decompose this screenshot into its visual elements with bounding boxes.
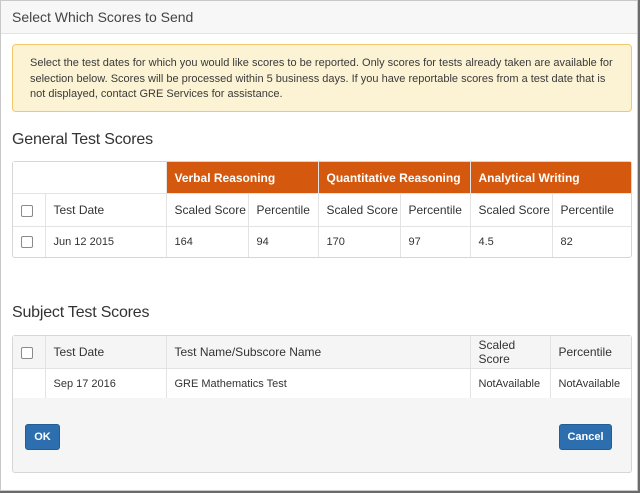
select-all-checkbox[interactable] — [21, 204, 33, 217]
subject-scores-table: Test Date Test Name/Subscore Name Scaled… — [12, 335, 632, 399]
cell-verbal-scaled: 164 — [165, 226, 248, 257]
cancel-button[interactable]: Cancel — [559, 424, 612, 450]
subject-header-row: Test Date Test Name/Subscore Name Scaled… — [13, 336, 631, 369]
column-header-row: Test Date Scaled Score Percentile Scaled… — [13, 193, 631, 227]
group-quantitative: Quantitative Reasoning — [317, 162, 470, 194]
group-verbal: Verbal Reasoning — [165, 162, 318, 194]
cell-verbal-percentile: 94 — [247, 226, 318, 257]
info-notice: Select the test dates for which you woul… — [12, 44, 632, 112]
modal-title: Select Which Scores to Send — [1, 1, 637, 34]
subject-row-select-cell — [13, 368, 45, 399]
cell-writing-percentile: 82 — [551, 226, 631, 257]
subject-select-all-checkbox[interactable] — [21, 346, 33, 359]
col-writing-scaled: Scaled Score — [469, 193, 552, 227]
subject-select-all-cell — [13, 336, 45, 369]
col-quant-scaled: Scaled Score — [317, 193, 400, 227]
col-quant-percentile: Percentile — [399, 193, 470, 227]
row-select-cell — [13, 226, 45, 257]
cell-writing-scaled: 4.5 — [469, 226, 552, 257]
modal-footer — [12, 398, 632, 473]
col-subject-date: Test Date — [44, 336, 166, 369]
row-checkbox[interactable] — [21, 236, 33, 249]
general-section-title: General Test Scores — [12, 131, 153, 148]
col-writing-percentile: Percentile — [551, 193, 631, 227]
group-header-empty — [13, 162, 166, 194]
col-verbal-scaled: Scaled Score — [165, 193, 248, 227]
col-verbal-percentile: Percentile — [247, 193, 318, 227]
table-row: Jun 12 2015 164 94 170 97 4.5 82 — [13, 226, 631, 257]
subject-section-title: Subject Test Scores — [12, 304, 150, 321]
col-subject-name: Test Name/Subscore Name — [165, 336, 470, 369]
select-all-cell — [13, 193, 45, 227]
col-subject-percentile: Percentile — [549, 336, 631, 369]
cell-subject-date: Sep 17 2016 — [44, 368, 166, 399]
col-test-date: Test Date — [44, 193, 166, 227]
col-subject-scaled: Scaled Score — [469, 336, 550, 369]
cell-subject-name: GRE Mathematics Test — [165, 368, 470, 399]
cell-date: Jun 12 2015 — [44, 226, 166, 257]
ok-button[interactable]: OK — [25, 424, 60, 450]
table-row: Sep 17 2016 GRE Mathematics Test NotAvai… — [13, 368, 631, 399]
group-analytical: Analytical Writing — [469, 162, 631, 194]
cell-subject-percentile: NotAvailable — [549, 368, 631, 399]
general-scores-table: Verbal Reasoning Quantitative Reasoning … — [12, 161, 632, 258]
cell-quant-scaled: 170 — [317, 226, 400, 257]
group-header-row: Verbal Reasoning Quantitative Reasoning … — [13, 162, 631, 194]
cell-subject-scaled: NotAvailable — [469, 368, 550, 399]
score-select-modal: Select Which Scores to Send Select the t… — [0, 0, 638, 491]
cell-quant-percentile: 97 — [399, 226, 470, 257]
